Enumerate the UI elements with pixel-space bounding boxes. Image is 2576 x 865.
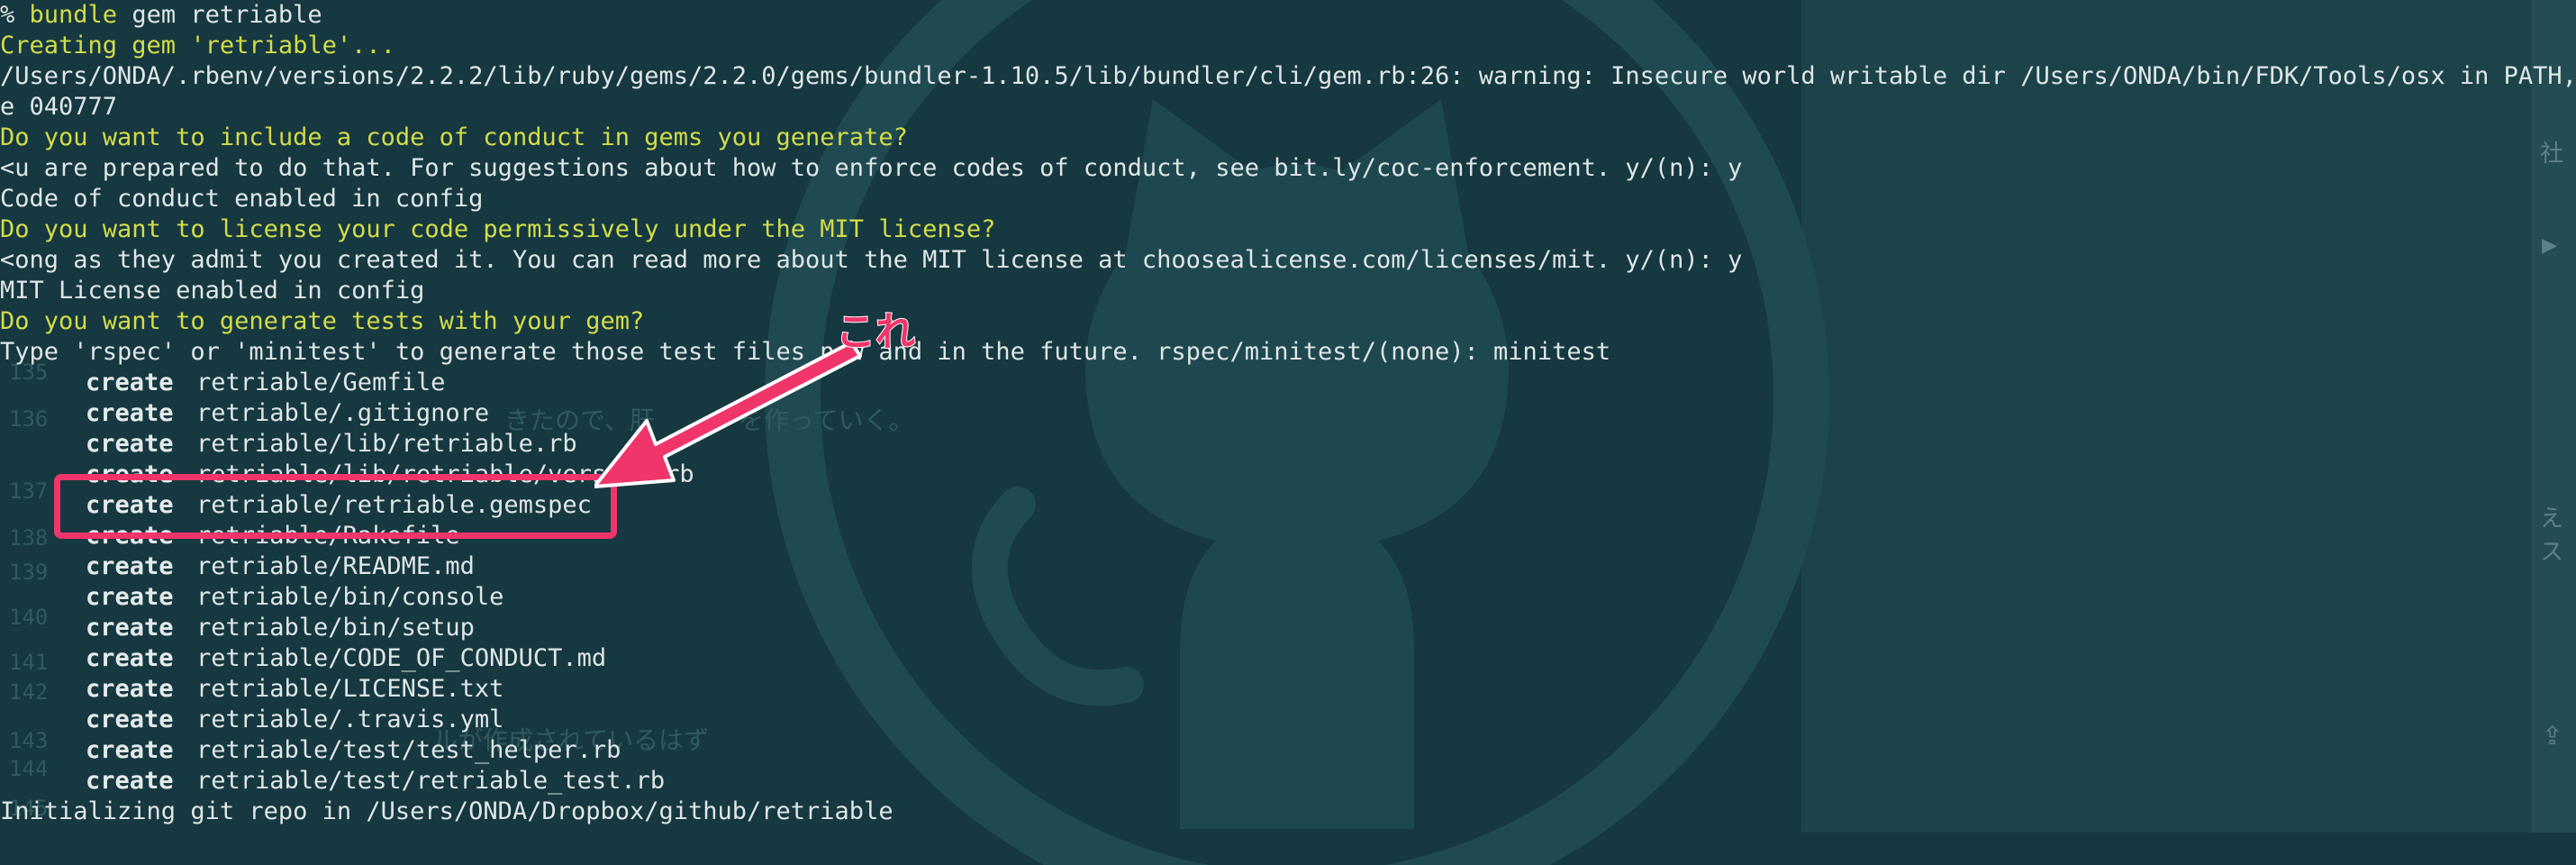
- terminal-line: e 040777: [0, 92, 2576, 123]
- file-path: retriable/README.md: [196, 552, 475, 580]
- file-path: retriable/test/retriable_test.rb: [196, 767, 666, 795]
- terminal-output: % bundle gem retriable Creating gem 'retr…: [0, 0, 2576, 827]
- terminal-text: e 040777: [0, 93, 118, 121]
- highlight-box: [54, 474, 617, 539]
- create-keyword: create: [86, 583, 174, 611]
- terminal-line: Type 'rspec' or 'minitest' to generate t…: [0, 337, 2576, 368]
- file-path: retriable/CODE_OF_CONDUCT.md: [196, 644, 607, 672]
- create-line: create retriable/.gitignore: [0, 398, 2576, 429]
- file-path: retriable/LICENSE.txt: [196, 675, 504, 703]
- terminal-line: <u are prepared to do that. For suggesti…: [0, 153, 2576, 184]
- file-path: retriable/Gemfile: [196, 369, 446, 396]
- terminal-line: Initializing git repo in /Users/ONDA/Dro…: [0, 797, 2576, 827]
- create-keyword: create: [86, 706, 174, 733]
- terminal-line: /Users/ONDA/.rbenv/versions/2.2.2/lib/ru…: [0, 61, 2576, 92]
- terminal-text: MIT License enabled in config: [0, 277, 425, 305]
- create-keyword: create: [86, 644, 174, 672]
- create-keyword: create: [86, 736, 174, 764]
- create-keyword: create: [86, 430, 174, 458]
- terminal-line: % bundle gem retriable: [0, 0, 2576, 31]
- ghost-text-fragment: えス: [2540, 505, 2564, 566]
- terminal-text: %: [0, 1, 30, 29]
- terminal-line: Do you want to generate tests with your …: [0, 306, 2576, 337]
- terminal-text: Do you want to include a code of conduct…: [0, 123, 908, 151]
- create-keyword: create: [86, 675, 174, 703]
- arrow-icon: [594, 341, 862, 488]
- terminal-text: /Users/ONDA/.rbenv/versions/2.2.2/lib/ru…: [0, 62, 2576, 90]
- create-keyword: create: [86, 552, 174, 580]
- file-path: retriable/lib/retriable.rb: [196, 430, 577, 458]
- create-line: create retriable/lib/retriable.rb: [0, 429, 2576, 460]
- create-line: create retriable/bin/console: [0, 582, 2576, 613]
- terminal-text: Initializing git repo in /Users/ONDA/Dro…: [0, 797, 893, 825]
- share-icon: ⇪: [2542, 721, 2563, 751]
- play-icon: ▶: [2542, 234, 2557, 257]
- ghost-text-fragment: 社: [2540, 141, 2564, 168]
- callout-label: これ: [835, 308, 916, 356]
- terminal-text: <ong as they admit you created it. You c…: [0, 246, 1743, 274]
- terminal-line: MIT License enabled in config: [0, 276, 2576, 306]
- terminal-line: Code of conduct enabled in config: [0, 184, 2576, 214]
- file-path: retriable/bin/console: [196, 583, 504, 611]
- terminal-text: Do you want to license your code permiss…: [0, 215, 996, 243]
- terminal-text: <u are prepared to do that. For suggesti…: [0, 154, 1743, 182]
- terminal-line: Do you want to license your code permiss…: [0, 214, 2576, 245]
- create-keyword: create: [86, 614, 174, 642]
- create-line: create retriable/Gemfile: [0, 368, 2576, 398]
- file-path: retriable/.gitignore: [196, 399, 490, 427]
- create-line: create retriable/CODE_OF_CONDUCT.md: [0, 643, 2576, 674]
- terminal-text: Creating gem 'retriable'...: [0, 32, 395, 59]
- terminal-text: Do you want to generate tests with your …: [0, 307, 645, 335]
- create-keyword: create: [86, 399, 174, 427]
- file-path: retriable/.travis.yml: [196, 706, 504, 733]
- file-path: retriable/bin/setup: [196, 614, 475, 642]
- create-line: create retriable/LICENSE.txt: [0, 674, 2576, 705]
- create-line: create retriable/.travis.yml: [0, 705, 2576, 735]
- create-line: create retriable/README.md: [0, 551, 2576, 582]
- create-line: create retriable/test/retriable_test.rb: [0, 766, 2576, 797]
- terminal-text: bundle: [29, 1, 118, 29]
- terminal-line: <ong as they admit you created it. You c…: [0, 245, 2576, 276]
- create-keyword: create: [86, 767, 174, 795]
- terminal-line: Do you want to include a code of conduct…: [0, 123, 2576, 153]
- create-line: create retriable/test/test_helper.rb: [0, 735, 2576, 766]
- file-path: retriable/test/test_helper.rb: [196, 736, 621, 764]
- terminal-text: Code of conduct enabled in config: [0, 185, 484, 213]
- create-line: create retriable/bin/setup: [0, 613, 2576, 643]
- terminal-line: Creating gem 'retriable'...: [0, 31, 2576, 61]
- create-keyword: create: [86, 369, 174, 396]
- terminal-text: gem retriable: [117, 1, 322, 29]
